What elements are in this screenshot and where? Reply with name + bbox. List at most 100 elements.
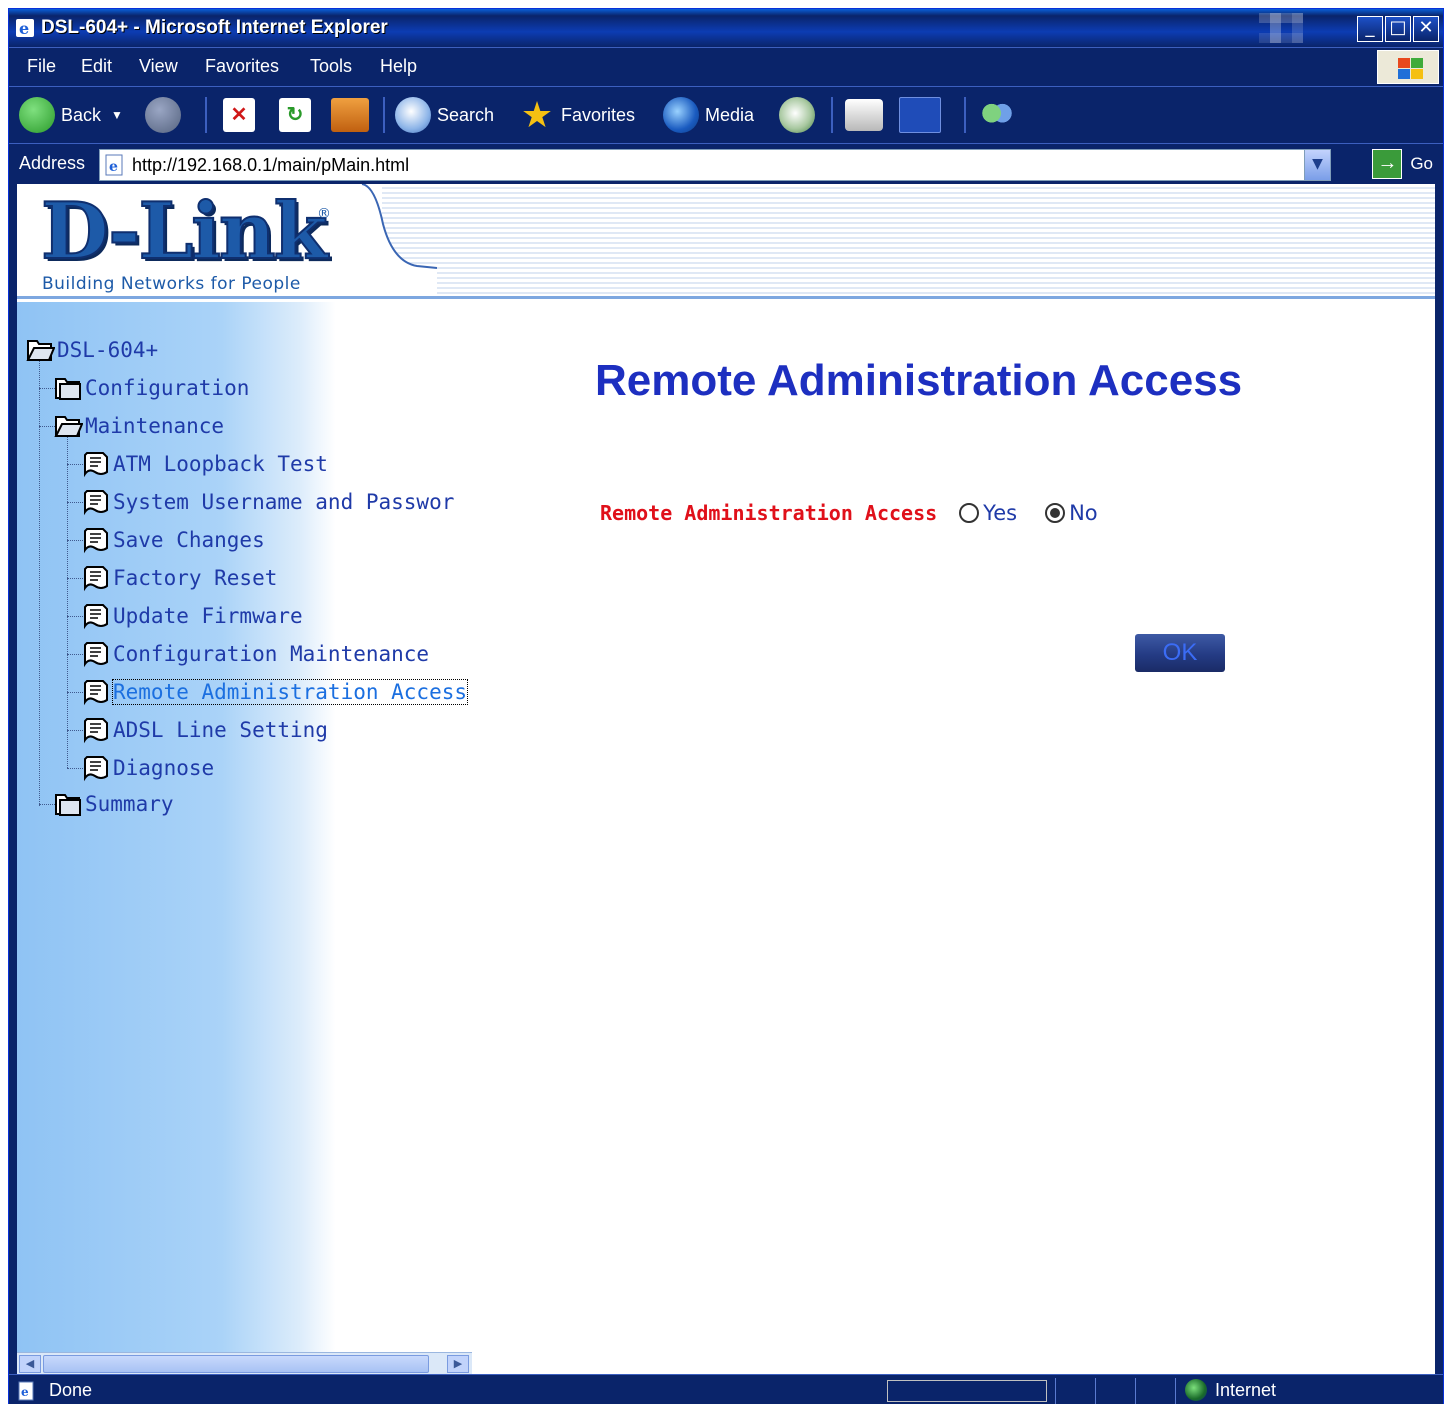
minimize-button[interactable]: _ (1357, 16, 1383, 42)
tree-item-system-username-password[interactable]: System Username and Passwor (81, 486, 454, 518)
remote-access-label: Remote Administration Access (600, 501, 938, 525)
document-icon (84, 452, 108, 478)
folder-icon (55, 794, 81, 816)
address-url: http://192.168.0.1/main/pMain.html (132, 155, 410, 175)
menu-bar: File Edit View Favorites Tools Help (9, 47, 1443, 85)
refresh-button[interactable]: ↻ (279, 95, 317, 135)
tree-item-configuration[interactable]: Configuration (53, 372, 249, 404)
scroll-thumb[interactable] (43, 1355, 429, 1373)
address-bar: Address e http://192.168.0.1/main/pMain.… (9, 143, 1443, 183)
dlink-logo: D-Link (40, 185, 329, 278)
xp-brand-pattern (1259, 13, 1303, 43)
document-icon (84, 528, 108, 554)
back-label: Back (61, 104, 102, 125)
tree-item-save-changes[interactable]: Save Changes (81, 524, 265, 556)
print-button[interactable] (845, 95, 889, 135)
menu-tools[interactable]: Tools (310, 56, 352, 77)
status-text: Done (49, 1380, 93, 1400)
messenger-icon (979, 97, 1015, 133)
back-arrow-icon (19, 97, 55, 133)
sidebar-horizontal-scrollbar[interactable]: ◀ ▶ (17, 1352, 472, 1374)
search-icon (395, 97, 431, 133)
tree-item-factory-reset[interactable]: Factory Reset (81, 562, 277, 594)
tree-item-summary[interactable]: Summary (53, 788, 174, 820)
dlink-banner: D-Link ® Building Networks for People (17, 184, 1435, 302)
address-dropdown-button[interactable]: ▼ (1304, 150, 1330, 180)
radio-no-label: No (1069, 501, 1098, 525)
toolbar: Back ▼ ✕ ↻ Search ★ Favorites Media (9, 86, 1443, 142)
tree-item-update-firmware[interactable]: Update Firmware (81, 600, 303, 632)
back-button[interactable]: Back ▼ (19, 95, 123, 135)
status-panel (1095, 1378, 1096, 1404)
scroll-left-button[interactable]: ◀ (19, 1355, 41, 1373)
radio-no-circle[interactable] (1045, 503, 1066, 523)
document-icon (84, 566, 108, 592)
favorites-label: Favorites (561, 104, 636, 125)
forward-arrow-icon (145, 97, 181, 133)
toolbar-separator (964, 97, 966, 133)
menu-help[interactable]: Help (380, 56, 417, 77)
media-button[interactable]: Media (663, 95, 754, 135)
status-panel (1135, 1378, 1136, 1404)
favorites-star-icon: ★ (520, 94, 554, 135)
home-icon (331, 98, 369, 132)
search-button[interactable]: Search (395, 95, 494, 135)
maximize-button[interactable]: □ (1385, 16, 1411, 42)
forward-button[interactable] (145, 95, 187, 135)
menu-favorites[interactable]: Favorites (205, 56, 279, 77)
page-icon: e (105, 154, 123, 176)
messenger-button[interactable] (979, 95, 1021, 135)
tree-item-adsl-line-setting[interactable]: ADSL Line Setting (81, 714, 328, 746)
tree-item-atm-loopback-test[interactable]: ATM Loopback Test (81, 448, 328, 480)
title-bar[interactable]: e DSL-604+ - Microsoft Internet Explorer… (9, 9, 1443, 47)
tagline: Building Networks for People (42, 274, 301, 294)
document-icon (84, 490, 108, 516)
history-button[interactable] (779, 95, 821, 135)
go-label: Go (1410, 154, 1433, 173)
open-folder-icon (54, 416, 83, 437)
page-status-icon: e (18, 1381, 34, 1401)
security-zone: Internet (1185, 1379, 1276, 1401)
menu-edit[interactable]: Edit (81, 56, 112, 77)
tree-item-configuration-maintenance[interactable]: Configuration Maintenance (81, 638, 429, 670)
registered-mark: ® (317, 206, 331, 222)
remote-access-setting-row: Remote Administration Access Yes No (600, 497, 1126, 529)
document-icon (84, 604, 108, 630)
address-input[interactable]: e http://192.168.0.1/main/pMain.html ▼ (99, 149, 1331, 181)
scroll-right-button[interactable]: ▶ (447, 1355, 469, 1373)
document-icon (84, 718, 108, 744)
internet-globe-icon (1185, 1379, 1207, 1401)
ok-button[interactable]: OK (1135, 634, 1225, 672)
tree-root[interactable]: DSL-604+ (25, 334, 158, 366)
tree-item-diagnose[interactable]: Diagnose (81, 752, 214, 784)
close-button[interactable]: ✕ (1413, 16, 1439, 42)
open-folder-icon (26, 340, 55, 361)
navigation-tree: DSL-604+ Configuration Maintenance ATM L… (17, 302, 472, 1374)
home-button[interactable] (331, 95, 375, 135)
address-label: Address (19, 153, 86, 173)
tree-item-remote-administration-access[interactable]: Remote Administration Access (81, 676, 469, 708)
radio-no[interactable]: No (1045, 501, 1098, 525)
status-bar: e Done Internet (9, 1374, 1443, 1404)
progress-panel (887, 1380, 1047, 1402)
zone-label: Internet (1215, 1379, 1277, 1400)
status-panel (1055, 1378, 1056, 1404)
stop-button[interactable]: ✕ (223, 95, 261, 135)
page-content: D-Link ® Building Networks for People DS… (17, 184, 1435, 1374)
svg-text:e: e (19, 19, 29, 38)
edit-button[interactable] (899, 95, 947, 135)
document-icon (84, 756, 108, 782)
menu-view[interactable]: View (139, 56, 178, 77)
refresh-icon: ↻ (279, 98, 311, 132)
radio-yes-circle[interactable] (959, 503, 980, 523)
tree-item-maintenance[interactable]: Maintenance (53, 410, 224, 442)
tree-connector (39, 350, 40, 806)
svg-text:e: e (21, 1385, 29, 1399)
menu-file[interactable]: File (27, 56, 56, 77)
radio-yes[interactable]: Yes (959, 501, 1017, 525)
media-label: Media (705, 104, 755, 125)
go-button[interactable]: → Go (1372, 149, 1433, 179)
favorites-button[interactable]: ★ Favorites (519, 95, 635, 135)
banner-curve (317, 184, 437, 302)
go-arrow-icon: → (1372, 149, 1403, 179)
